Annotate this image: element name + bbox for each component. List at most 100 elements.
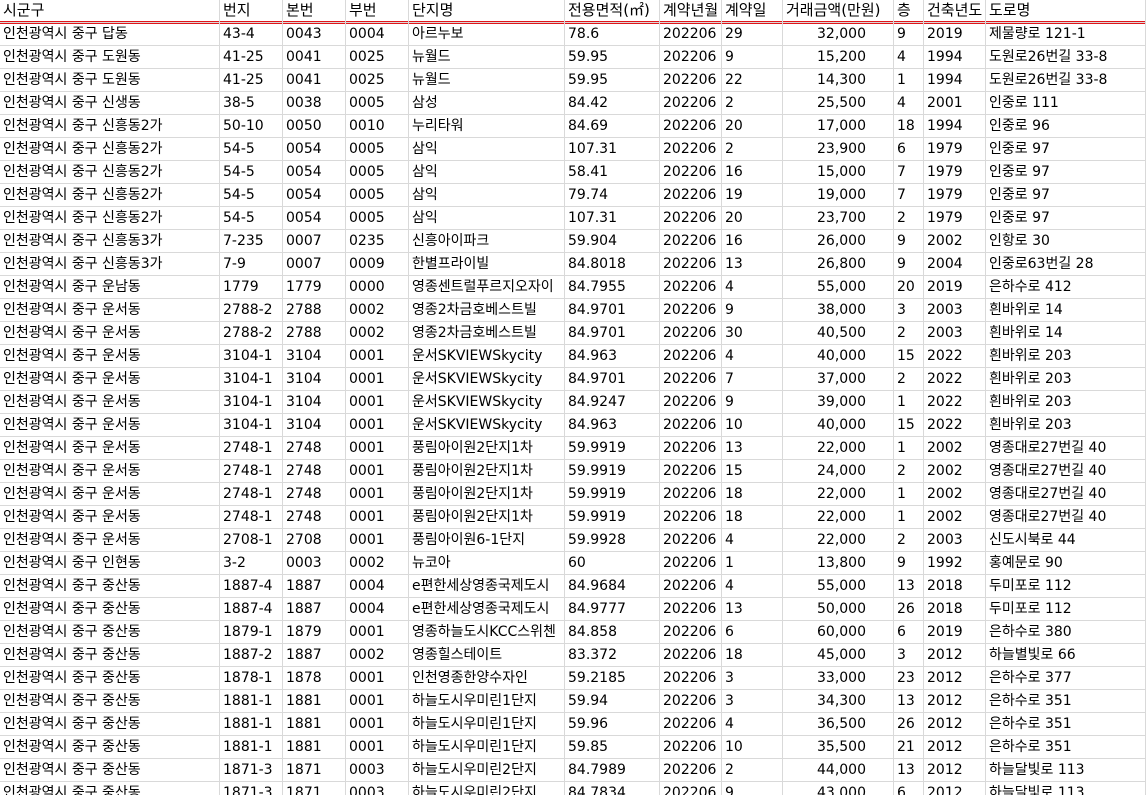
cell-sigungu[interactable]: 인천광역시 중구 운서동 xyxy=(0,368,220,391)
cell-bonbeon[interactable]: 1881 xyxy=(283,736,346,759)
cell-sigungu[interactable]: 인천광역시 중구 운남동 xyxy=(0,276,220,299)
cell-built-year[interactable]: 1994 xyxy=(924,46,986,69)
cell-floor[interactable]: 20 xyxy=(894,276,924,299)
cell-road-name[interactable]: 제물량로 121-1 xyxy=(986,23,1146,46)
cell-contract-ym[interactable]: 202206 xyxy=(660,667,722,690)
cell-danji[interactable]: e편한세상영종국제도시 xyxy=(409,598,565,621)
cell-contract-ym[interactable]: 202206 xyxy=(660,483,722,506)
cell-area[interactable]: 60 xyxy=(565,552,660,575)
cell-bonbeon[interactable]: 3104 xyxy=(283,391,346,414)
cell-area[interactable]: 59.96 xyxy=(565,713,660,736)
cell-bonbeon[interactable]: 0054 xyxy=(283,138,346,161)
cell-contract-day[interactable]: 20 xyxy=(722,115,783,138)
cell-built-year[interactable]: 2002 xyxy=(924,460,986,483)
cell-built-year[interactable]: 2019 xyxy=(924,276,986,299)
cell-road-name[interactable]: 영종대로27번길 40 xyxy=(986,460,1146,483)
cell-bonbeon[interactable]: 1871 xyxy=(283,782,346,795)
cell-danji[interactable]: 하늘도시우미린2단지 xyxy=(409,759,565,782)
cell-price[interactable]: 19,000 xyxy=(783,184,894,207)
cell-road-name[interactable]: 영종대로27번길 40 xyxy=(986,437,1146,460)
cell-sigungu[interactable]: 인천광역시 중구 답동 xyxy=(0,23,220,46)
cell-sigungu[interactable]: 인천광역시 중구 운서동 xyxy=(0,322,220,345)
cell-sigungu[interactable]: 인천광역시 중구 중산동 xyxy=(0,667,220,690)
cell-beonji[interactable]: 3104-1 xyxy=(220,414,283,437)
cell-road-name[interactable]: 인중로 97 xyxy=(986,207,1146,230)
cell-beonji[interactable]: 3104-1 xyxy=(220,345,283,368)
cell-built-year[interactable]: 2019 xyxy=(924,23,986,46)
cell-road-name[interactable]: 인중로 97 xyxy=(986,184,1146,207)
cell-beonji[interactable]: 41-25 xyxy=(220,46,283,69)
cell-contract-ym[interactable]: 202206 xyxy=(660,184,722,207)
cell-road-name[interactable]: 흰바위로 203 xyxy=(986,391,1146,414)
cell-price[interactable]: 26,000 xyxy=(783,230,894,253)
cell-contract-ym[interactable]: 202206 xyxy=(660,506,722,529)
cell-area[interactable]: 84.7989 xyxy=(565,759,660,782)
cell-danji[interactable]: 운서SKVIEWSkycity xyxy=(409,391,565,414)
cell-beonji[interactable]: 3-2 xyxy=(220,552,283,575)
cell-danji[interactable]: 한별프라이빌 xyxy=(409,253,565,276)
cell-danji[interactable]: 영종하늘도시KCC스위첸 xyxy=(409,621,565,644)
cell-price[interactable]: 23,700 xyxy=(783,207,894,230)
cell-price[interactable]: 55,000 xyxy=(783,575,894,598)
cell-price[interactable]: 39,000 xyxy=(783,391,894,414)
cell-road-name[interactable]: 영종대로27번길 40 xyxy=(986,506,1146,529)
cell-contract-ym[interactable]: 202206 xyxy=(660,345,722,368)
cell-area[interactable]: 58.41 xyxy=(565,161,660,184)
cell-contract-ym[interactable]: 202206 xyxy=(660,575,722,598)
cell-danji[interactable]: 뉴월드 xyxy=(409,46,565,69)
cell-bubeon[interactable]: 0001 xyxy=(346,713,409,736)
cell-contract-ym[interactable]: 202206 xyxy=(660,207,722,230)
cell-bubeon[interactable]: 0025 xyxy=(346,46,409,69)
cell-price[interactable]: 17,000 xyxy=(783,115,894,138)
cell-road-name[interactable]: 흰바위로 203 xyxy=(986,414,1146,437)
cell-road-name[interactable]: 흰바위로 14 xyxy=(986,299,1146,322)
cell-bonbeon[interactable]: 0050 xyxy=(283,115,346,138)
cell-area[interactable]: 84.7955 xyxy=(565,276,660,299)
cell-contract-ym[interactable]: 202206 xyxy=(660,368,722,391)
cell-contract-day[interactable]: 16 xyxy=(722,230,783,253)
cell-contract-day[interactable]: 9 xyxy=(722,391,783,414)
cell-danji[interactable]: 삼익 xyxy=(409,138,565,161)
cell-area[interactable]: 107.31 xyxy=(565,138,660,161)
cell-bubeon[interactable]: 0004 xyxy=(346,575,409,598)
cell-bubeon[interactable]: 0001 xyxy=(346,690,409,713)
cell-built-year[interactable]: 2018 xyxy=(924,575,986,598)
cell-floor[interactable]: 6 xyxy=(894,782,924,795)
cell-bonbeon[interactable]: 0043 xyxy=(283,23,346,46)
cell-sigungu[interactable]: 인천광역시 중구 도원동 xyxy=(0,46,220,69)
cell-sigungu[interactable]: 인천광역시 중구 중산동 xyxy=(0,736,220,759)
cell-built-year[interactable]: 2002 xyxy=(924,506,986,529)
cell-floor[interactable]: 15 xyxy=(894,345,924,368)
cell-danji[interactable]: 삼익 xyxy=(409,207,565,230)
cell-built-year[interactable]: 2012 xyxy=(924,759,986,782)
cell-sigungu[interactable]: 인천광역시 중구 인현동 xyxy=(0,552,220,575)
cell-bonbeon[interactable]: 2788 xyxy=(283,322,346,345)
cell-bonbeon[interactable]: 1881 xyxy=(283,690,346,713)
cell-bonbeon[interactable]: 2748 xyxy=(283,460,346,483)
cell-price[interactable]: 22,000 xyxy=(783,437,894,460)
cell-road-name[interactable]: 인중로 111 xyxy=(986,92,1146,115)
cell-bubeon[interactable]: 0000 xyxy=(346,276,409,299)
cell-contract-ym[interactable]: 202206 xyxy=(660,690,722,713)
cell-floor[interactable]: 9 xyxy=(894,23,924,46)
cell-area[interactable]: 84.9777 xyxy=(565,598,660,621)
cell-floor[interactable]: 2 xyxy=(894,207,924,230)
cell-contract-day[interactable]: 19 xyxy=(722,184,783,207)
cell-sigungu[interactable]: 인천광역시 중구 운서동 xyxy=(0,414,220,437)
cell-bubeon[interactable]: 0001 xyxy=(346,621,409,644)
cell-beonji[interactable]: 1871-3 xyxy=(220,759,283,782)
cell-area[interactable]: 84.963 xyxy=(565,414,660,437)
cell-contract-ym[interactable]: 202206 xyxy=(660,253,722,276)
cell-bubeon[interactable]: 0005 xyxy=(346,207,409,230)
cell-road-name[interactable]: 하늘별빛로 66 xyxy=(986,644,1146,667)
cell-contract-day[interactable]: 4 xyxy=(722,713,783,736)
cell-danji[interactable]: 운서SKVIEWSkycity xyxy=(409,345,565,368)
cell-road-name[interactable]: 흰바위로 203 xyxy=(986,345,1146,368)
cell-contract-day[interactable]: 4 xyxy=(722,529,783,552)
cell-sigungu[interactable]: 인천광역시 중구 신흥동2가 xyxy=(0,184,220,207)
cell-danji[interactable]: 영종센트럴푸르지오자이 xyxy=(409,276,565,299)
cell-danji[interactable]: 뉴월드 xyxy=(409,69,565,92)
cell-contract-day[interactable]: 1 xyxy=(722,552,783,575)
cell-built-year[interactable]: 2022 xyxy=(924,414,986,437)
cell-built-year[interactable]: 1979 xyxy=(924,207,986,230)
